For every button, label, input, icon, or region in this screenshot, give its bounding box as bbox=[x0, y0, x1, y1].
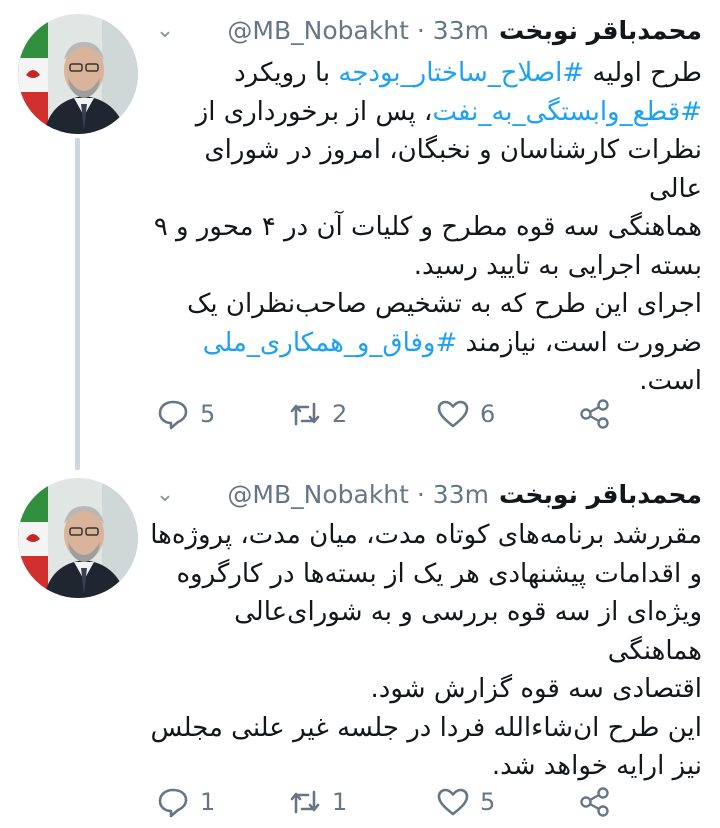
share-icon bbox=[580, 399, 609, 429]
tweet-text-segment: ویژه‌ای از سه قوه بررسی و به شورای‌عالی … bbox=[234, 597, 702, 666]
tweet-text-segment: و اقدامات پیشنهادی هر یک از بسته‌ها در ک… bbox=[176, 558, 702, 589]
tweet-text-line: و اقدامات پیشنهادی هر یک از بسته‌ها در ک… bbox=[150, 555, 702, 594]
tweet-actions: 1 1 5 bbox=[150, 778, 670, 826]
share-button[interactable] bbox=[578, 390, 612, 438]
caret-down-icon[interactable]: ⌄ bbox=[150, 482, 180, 507]
reply-count: 5 bbox=[200, 400, 216, 428]
reply-button[interactable]: 1 bbox=[156, 778, 215, 826]
tweet-text-line: اجرای این طرح که به تشخیص صاحب‌نظران یک bbox=[150, 285, 702, 324]
tweet-text-segment: این طرح ان‌شاءالله فردا در جلسه غیر علنی… bbox=[150, 712, 702, 743]
display-name[interactable]: محمدباقر نوبخت bbox=[499, 16, 702, 45]
handle-and-time[interactable]: @MB_Nobakht · 33m bbox=[190, 16, 489, 45]
tweet-actions: 5 2 6 bbox=[150, 390, 670, 438]
tweet-text-line: هماهنگی سه قوه مطرح و کلیات آن در ۴ محور… bbox=[150, 208, 702, 247]
tweet-text-line: ویژه‌ای از سه قوه بررسی و به شورای‌عالی … bbox=[150, 593, 702, 670]
reply-button[interactable]: 5 bbox=[156, 390, 215, 438]
tweet-header: ⌄ @MB_Nobakht · 33m محمدباقر نوبخت bbox=[150, 478, 702, 510]
tweet-header: ⌄ @MB_Nobakht · 33m محمدباقر نوبخت bbox=[150, 14, 702, 46]
avatar[interactable] bbox=[18, 14, 138, 134]
tweet-text-line: اقتصادی سه قوه گزارش شود. bbox=[150, 670, 702, 709]
hashtag-link[interactable]: #قطع_وابستگی_به_نفت bbox=[432, 97, 702, 127]
share-button[interactable] bbox=[578, 778, 612, 826]
tweet-text-segment: نیز ارایه خواهد شد. bbox=[491, 751, 702, 781]
caret-down-icon[interactable]: ⌄ bbox=[150, 18, 180, 43]
tweet[interactable]: ⌄ @MB_Nobakht · 33m محمدباقر نوبخت مقررش… bbox=[0, 462, 720, 828]
hashtag-link[interactable]: #وفاق_و_همکاری_ملی bbox=[203, 328, 458, 358]
avatar[interactable] bbox=[18, 478, 138, 598]
retweet-icon bbox=[290, 402, 320, 426]
like-icon bbox=[437, 788, 469, 816]
tweet-text-segment: ، پس از برخورداری از bbox=[195, 96, 433, 127]
reply-icon bbox=[158, 400, 188, 430]
like-count: 5 bbox=[480, 788, 496, 816]
retweet-count: 2 bbox=[332, 400, 348, 428]
tweet-text-segment: ضرورت است، نیازمند bbox=[457, 327, 702, 358]
retweet-button[interactable]: 1 bbox=[288, 778, 347, 826]
tweet-text-segment: مقررشد برنامه‌های کوتاه مدت، میان مدت، پ… bbox=[150, 520, 702, 550]
tweet-text: مقررشد برنامه‌های کوتاه مدت، میان مدت، پ… bbox=[150, 516, 702, 786]
tweet-text-line: بسته اجرایی به تایید رسید. bbox=[150, 247, 702, 286]
retweet-icon bbox=[290, 790, 320, 814]
tweet-text-segment: هماهنگی سه قوه مطرح و کلیات آن در ۴ محور… bbox=[153, 212, 702, 242]
tweet-text-segment: بسته اجرایی به تایید رسید. bbox=[413, 250, 702, 281]
like-icon bbox=[437, 400, 469, 428]
tweet[interactable]: ⌄ @MB_Nobakht · 33m محمدباقر نوبخت طرح ا… bbox=[0, 0, 720, 462]
share-icon bbox=[580, 787, 609, 817]
reply-icon bbox=[158, 788, 188, 818]
retweet-button[interactable]: 2 bbox=[288, 390, 347, 438]
tweet-text-segment: طرح اولیه bbox=[584, 58, 702, 88]
tweet-text-segment: اقتصادی سه قوه گزارش شود. bbox=[370, 674, 702, 704]
retweet-count: 1 bbox=[332, 788, 348, 816]
tweet-text-line: ضرورت است، نیازمند #وفاق_و_همکاری_ملی bbox=[150, 324, 702, 363]
tweet-text-segment: نظرات کارشناسان و نخبگان، امروز در شورای… bbox=[204, 135, 702, 204]
tweet-text: طرح اولیه #اصلاح_ساختار_بودجه با رویکرد #… bbox=[150, 54, 702, 401]
tweet-text-segment: با رویکرد bbox=[234, 58, 339, 88]
tweet-text-segment: اجرای این طرح که به تشخیص صاحب‌نظران یک bbox=[187, 289, 702, 319]
like-button[interactable]: 6 bbox=[436, 390, 495, 438]
tweet-text-line: #قطع_وابستگی_به_نفت، پس از برخورداری از bbox=[150, 93, 702, 132]
like-button[interactable]: 5 bbox=[436, 778, 495, 826]
tweet-text-line: این طرح ان‌شاءالله فردا در جلسه غیر علنی… bbox=[150, 709, 702, 748]
like-count: 6 bbox=[480, 400, 496, 428]
display-name[interactable]: محمدباقر نوبخت bbox=[499, 480, 702, 509]
handle-and-time[interactable]: @MB_Nobakht · 33m bbox=[190, 480, 489, 509]
reply-count: 1 bbox=[200, 788, 216, 816]
tweet-text-line: مقررشد برنامه‌های کوتاه مدت، میان مدت، پ… bbox=[150, 516, 702, 555]
hashtag-link[interactable]: #اصلاح_ساختار_بودجه bbox=[338, 58, 584, 88]
tweet-text-line: طرح اولیه #اصلاح_ساختار_بودجه با رویکرد bbox=[150, 54, 702, 93]
tweet-text-line: نظرات کارشناسان و نخبگان، امروز در شورای… bbox=[150, 131, 702, 208]
